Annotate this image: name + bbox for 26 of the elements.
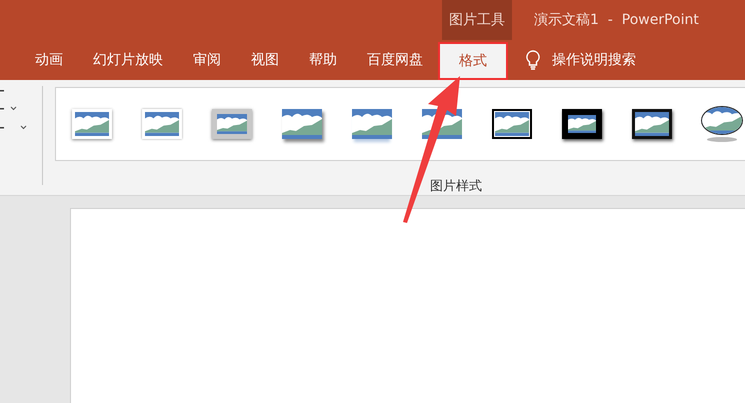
picture-style-thumbnail[interactable] (700, 106, 744, 142)
picture-style-thumbnail[interactable] (140, 106, 184, 142)
dash-icon (0, 90, 4, 92)
picture-style-thumbnail[interactable] (350, 106, 394, 142)
dash-icon (0, 108, 4, 110)
chevron-down-icon[interactable] (20, 125, 27, 130)
ribbon-tab[interactable]: 动画 (20, 40, 78, 80)
ribbon-tab[interactable]: 幻灯片放映 (78, 40, 178, 80)
ribbon-tab[interactable]: 帮助 (294, 40, 352, 80)
dash-icon (0, 126, 4, 128)
chevron-down-icon[interactable] (10, 106, 17, 111)
lightbulb-icon (526, 50, 540, 70)
picture-style-thumbnail[interactable] (210, 106, 254, 142)
picture-style-thumbnail[interactable] (490, 106, 534, 142)
picture-style-thumbnail[interactable] (560, 106, 604, 142)
context-tab-group: 图片工具 (442, 0, 512, 40)
group-label: 图片样式 (430, 178, 482, 195)
ribbon-tab[interactable]: 视图 (236, 40, 294, 80)
ribbon-tab[interactable]: 审阅 (178, 40, 236, 80)
tell-me-search[interactable]: 操作说明搜索 (552, 51, 636, 69)
ribbon-tab[interactable]: 百度网盘 (352, 40, 438, 80)
window-title: 演示文稿1 - PowerPoint (533, 11, 699, 30)
ribbon-tab[interactable]: 格式 (438, 42, 508, 80)
picture-style-thumbnail[interactable] (630, 106, 674, 142)
picture-style-thumbnail[interactable] (70, 106, 114, 142)
picture-style-thumbnail[interactable] (280, 106, 324, 142)
